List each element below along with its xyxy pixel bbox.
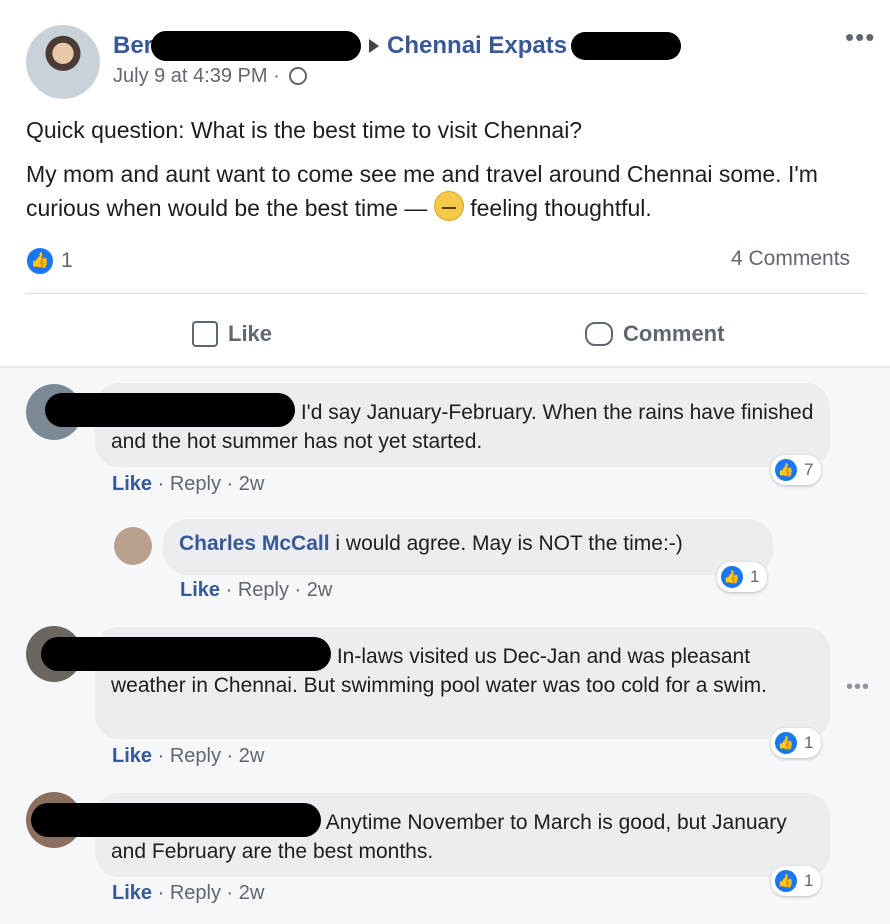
separator: · [294,579,302,601]
reaction-count: 1 [804,733,814,752]
separator: · [226,473,234,495]
group-name[interactable]: Chennai Expats [387,32,567,60]
comment-text: i would agree. May is NOT the time:-) [335,532,683,555]
like-reaction-icon: 👍 [773,730,799,756]
redaction [571,32,682,60]
like-count: 1 [61,249,73,272]
comment-time[interactable]: 2w [307,579,333,601]
comment-time[interactable]: 2w [239,745,265,767]
like-label: Like [228,321,273,346]
like-reaction-icon: 👍 [719,564,745,590]
comment-bubble: Anytime November to March is good, but J… [31,793,830,877]
comment-reply-link[interactable]: Reply [238,579,289,601]
comment-time[interactable]: 2w [239,473,265,495]
comment-reactions[interactable]: 👍 1 [771,728,822,758]
comment-bubble: I'd say January-February. When the rains… [45,383,830,467]
comment-actions: Like · Reply · 2w [112,473,264,496]
redaction [31,803,321,837]
comment-actions: Like · Reply · 2w [112,882,264,905]
comment-reply-link[interactable]: Reply [170,473,221,495]
commenter-name[interactable]: Charles McCall [179,532,330,555]
post-main: Ber Chennai Expats July 9 at 4:39 PM · •… [0,0,890,368]
reaction-summary[interactable]: 👍 1 [25,246,73,276]
post-feeling: feeling thoughtful. [470,195,652,221]
reaction-count: 1 [804,871,814,890]
redaction [41,637,331,671]
comment-button[interactable]: Comment [585,314,724,354]
reaction-count: 7 [804,460,814,479]
separator: · [226,882,234,904]
comment-bubble: In-laws visited us Dec-Jan and was pleas… [41,627,830,739]
more-options-icon[interactable]: ••• [845,22,875,53]
globe-icon [289,67,308,85]
separator: · [225,579,233,601]
like-reaction-icon: 👍 [773,457,799,483]
redaction [45,393,295,427]
like-reaction-icon: 👍 [773,868,799,894]
post-timestamp[interactable]: July 9 at 4:39 PM · [113,65,280,87]
post-header: Ber Chennai Expats [113,30,682,62]
comment-reactions[interactable]: 👍 7 [771,455,822,485]
thoughtful-emoji-icon [433,191,464,221]
comment-reply-link[interactable]: Reply [170,745,221,767]
post-body: My mom and aunt want to come see me and … [26,157,866,225]
comment-like-link[interactable]: Like [112,745,152,767]
comment-label: Comment [623,321,725,346]
comment-actions: Like · Reply · 2w [180,579,332,602]
comment-reactions[interactable]: 👍 1 [771,866,822,896]
post-meta: July 9 at 4:39 PM · [113,65,308,88]
comments-count[interactable]: 4 Comments [731,247,850,271]
comment-more-options-icon[interactable]: ••• [846,676,870,699]
commenter-avatar[interactable] [114,527,152,565]
separator: · [157,473,165,495]
comment-like-link[interactable]: Like [112,882,152,904]
reaction-count: 1 [750,567,760,586]
redaction [151,31,362,61]
author-name[interactable]: Ber [113,32,153,60]
post-card: Ber Chennai Expats July 9 at 4:39 PM · •… [0,0,890,924]
comment-reactions[interactable]: 👍 1 [717,562,768,592]
comment-actions: Like · Reply · 2w [112,745,264,768]
post-body-text: My mom and aunt want to come see me and … [26,161,818,221]
like-button[interactable]: Like [192,314,272,354]
separator: · [157,882,165,904]
arrow-right-icon [369,39,380,53]
comment-bubble: Charles McCall i would agree. May is NOT… [163,519,773,575]
comment-icon [585,322,613,346]
author-avatar[interactable] [26,25,100,99]
like-reaction-icon: 👍 [25,246,55,276]
thumbs-up-icon [192,321,218,347]
comment-time[interactable]: 2w [239,882,265,904]
separator: · [157,745,165,767]
post-question: Quick question: What is the best time to… [26,117,583,143]
divider [26,293,866,294]
comment-like-link[interactable]: Like [112,473,152,495]
separator: · [226,745,234,767]
comment-like-link[interactable]: Like [180,579,220,601]
comment-reply-link[interactable]: Reply [170,882,221,904]
